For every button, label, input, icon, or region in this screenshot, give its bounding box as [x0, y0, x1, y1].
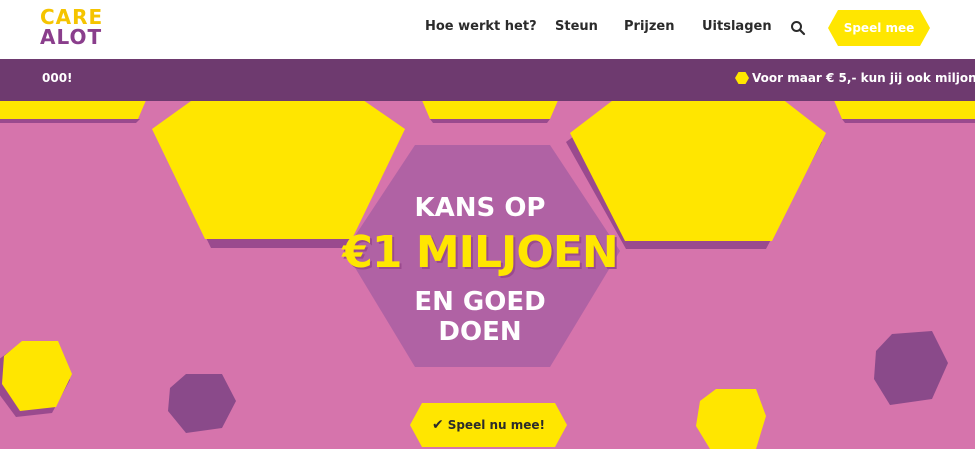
nav-steun[interactable]: Steun — [555, 19, 598, 34]
logo-line-2: ALOT — [40, 25, 103, 49]
hexagon-bullet-icon — [735, 71, 749, 88]
ticker-left-text: 000! — [42, 71, 73, 85]
speel-mee-button[interactable]: Speel mee — [828, 10, 930, 46]
nav-uitslagen[interactable]: Uitslagen — [702, 19, 772, 34]
site-header: CARE ALOT Hoe werkt het? Steun Prijzen U… — [0, 0, 975, 59]
logo-line-1: CARE — [40, 5, 104, 29]
ticker-right: Voor maar € 5,- kun jij ook miljon — [735, 71, 975, 88]
checkmark-icon: ✔ — [431, 417, 444, 433]
speel-nu-mee-label: Speel nu mee! — [447, 418, 546, 432]
ticker-right-text: Voor maar € 5,- kun jij ook miljon — [752, 71, 975, 85]
hero-line-3b: DOEN — [438, 317, 522, 347]
speel-nu-mee-button[interactable]: ✔ Speel nu mee! — [410, 403, 567, 447]
nav-prijzen[interactable]: Prijzen — [624, 19, 675, 34]
carealot-logo[interactable]: CARE ALOT — [40, 7, 106, 51]
nav-hoe-werkt-het[interactable]: Hoe werkt het? — [425, 19, 537, 34]
hero-line-3a: EN GOED — [414, 287, 546, 317]
speel-mee-label: Speel mee — [843, 21, 915, 35]
hero-line-3: EN GOED DOEN — [330, 287, 630, 347]
search-icon[interactable] — [790, 20, 806, 36]
hero-line-1: KANS OP — [414, 193, 546, 223]
hero-line-2: €1 MILJOEN — [342, 227, 618, 278]
announcement-ticker: 000! Voor maar € 5,- kun jij ook miljon — [0, 59, 975, 101]
hero-section: KANS OP €1 MILJOEN EN GOED DOEN ✔ Speel n… — [0, 101, 975, 449]
